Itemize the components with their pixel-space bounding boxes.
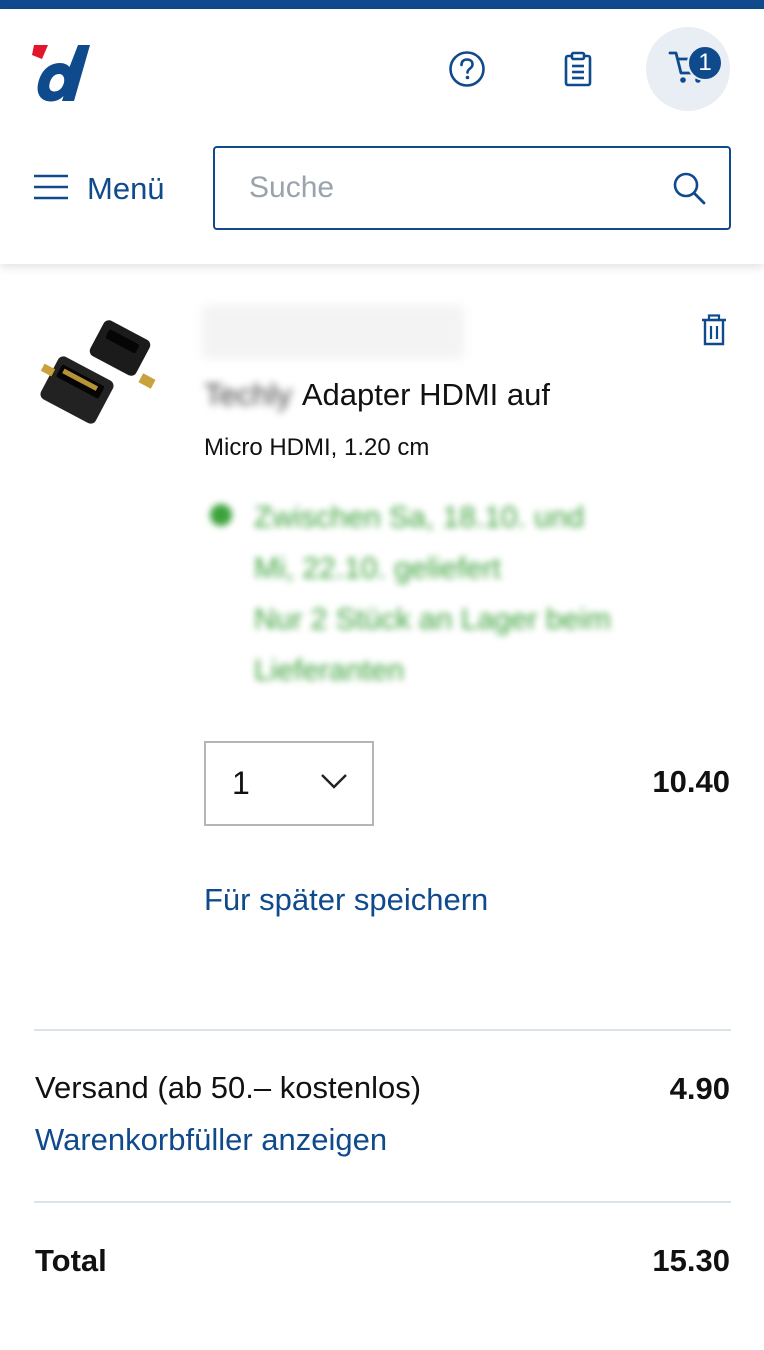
search-icon[interactable] bbox=[669, 168, 709, 208]
product-subtitle: Micro HDMI, 1.20 cm bbox=[204, 434, 430, 461]
search-bar bbox=[213, 146, 731, 230]
menu-label: Menü bbox=[87, 171, 165, 206]
product-title-text: Adapter HDMI auf bbox=[301, 377, 550, 412]
item-price: 10.40 bbox=[652, 764, 730, 799]
total-price: 15.30 bbox=[652, 1243, 730, 1278]
availability-line: Zwischen Sa, 18.10. und bbox=[254, 501, 585, 534]
search-input[interactable] bbox=[249, 171, 669, 205]
digitec-logo[interactable] bbox=[32, 43, 94, 103]
availability-line: Mi, 22.10. geliefert bbox=[254, 552, 501, 585]
availability-line: Lieferanten bbox=[254, 654, 405, 687]
availability-dot-icon bbox=[210, 504, 232, 526]
help-icon[interactable] bbox=[447, 49, 487, 89]
product-image[interactable] bbox=[36, 318, 166, 438]
shipping-label: Versand (ab 50.– kostenlos) bbox=[35, 1070, 422, 1105]
site-header: 1 Menü bbox=[0, 9, 764, 264]
menu-button[interactable]: Menü bbox=[33, 169, 165, 209]
orders-clipboard-icon[interactable] bbox=[558, 49, 598, 89]
cart-count-badge: 1 bbox=[687, 45, 723, 81]
quantity-select[interactable]: 1 bbox=[204, 741, 374, 826]
availability-info: Zwischen Sa, 18.10. und Mi, 22.10. gelie… bbox=[206, 492, 676, 696]
redacted-area bbox=[202, 305, 464, 359]
cart-filler-link[interactable]: Warenkorbfüller anzeigen bbox=[35, 1122, 387, 1158]
product-title[interactable]: Techly Adapter HDMI auf bbox=[204, 377, 550, 413]
availability-line: Nur 2 Stück an Lager beim bbox=[254, 603, 611, 636]
top-accent-bar bbox=[0, 0, 764, 9]
quantity-value: 1 bbox=[232, 765, 250, 801]
divider bbox=[34, 1201, 731, 1203]
total-label: Total bbox=[35, 1243, 107, 1278]
hamburger-icon bbox=[33, 174, 69, 205]
shipping-price: 4.90 bbox=[669, 1071, 730, 1106]
divider bbox=[34, 1029, 731, 1031]
delete-icon[interactable] bbox=[696, 310, 732, 350]
chevron-down-icon bbox=[320, 772, 348, 795]
save-for-later-link[interactable]: Für später speichern bbox=[204, 882, 488, 918]
product-brand: Techly bbox=[204, 377, 292, 412]
